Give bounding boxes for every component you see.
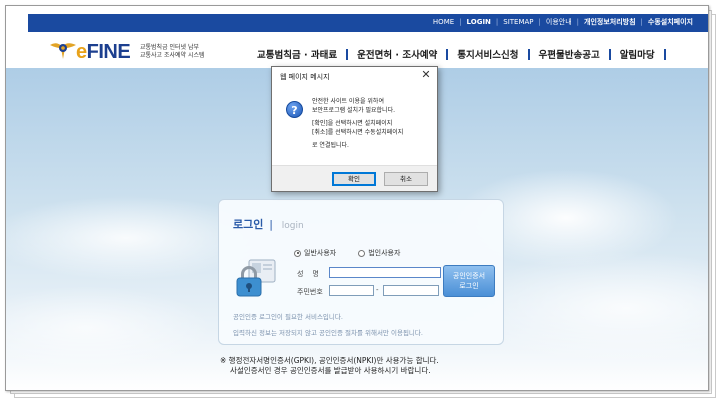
login-note-required: 공인인증 로그인이 필요한 서비스입니다. — [233, 313, 343, 321]
login-note-privacy: 입력하신 정보는 저장되지 않고 공인인증 절차를 위해서만 이용됩니다. — [233, 329, 423, 337]
rrn-label: 주민번호 — [297, 288, 323, 296]
rrn-dash: - — [376, 286, 379, 294]
rrn-back-input[interactable] — [383, 285, 439, 296]
webpage-message-dialog: 웹 페이지 메시지 ✕ ? 안전한 사이트 이용을 위하여 보안프로그램 설치가… — [271, 66, 438, 192]
page-frame: HOME | LOGIN | SITEMAP | 이용안내 | 개인정보처리방침… — [5, 5, 709, 391]
question-icon: ? — [286, 101, 303, 118]
efine-logo[interactable]: eFINE 교통범칙금 인터넷 납부 교통사고 조사예약 시스템 — [48, 39, 218, 65]
nav-item-fines[interactable]: 교통범칙금 · 과태료 — [248, 47, 346, 61]
login-title: 로그인 | login — [233, 218, 304, 231]
close-icon[interactable]: ✕ — [420, 69, 432, 81]
certificate-warning: ※ 행정전자서명인증서(GPKI), 공인인증서(NPKI)만 사용가능 합니다… — [220, 356, 439, 375]
radio-individual-user[interactable]: 일반사용자 — [294, 248, 336, 258]
nav-item-license[interactable]: 운전면허 · 조사예약 — [348, 47, 446, 61]
name-input[interactable] — [329, 267, 441, 278]
user-type-radio-group: 일반사용자 법인사용자 — [294, 248, 422, 258]
nav-item-notification[interactable]: 통지서비스신청 — [448, 47, 527, 61]
cancel-button[interactable]: 취소 — [384, 172, 428, 186]
main-navigation: 교통범칙금 · 과태료 운전면허 · 조사예약 통지서비스신청 우편물반송공고 … — [248, 47, 666, 61]
radio-corporate-user[interactable]: 법인사용자 — [358, 248, 400, 258]
dialog-footer: 확인 취소 — [272, 165, 437, 191]
top-link-privacy[interactable]: 개인정보처리방침 — [579, 17, 641, 27]
top-link-manual-install[interactable]: 수동설치페이지 — [643, 17, 698, 27]
logo-subtitle: 교통범칙금 인터넷 납부 교통사고 조사예약 시스템 — [140, 44, 205, 59]
dialog-title: 웹 페이지 메시지 — [280, 73, 330, 81]
top-bar: HOME | LOGIN | SITEMAP | 이용안내 | 개인정보처리방침… — [28, 14, 708, 32]
radio-dot[interactable] — [358, 249, 366, 257]
radio-dot-selected[interactable] — [294, 249, 301, 257]
nav-divider — [663, 48, 666, 60]
cert-login-button[interactable]: 공인인증서 로그인 — [443, 265, 495, 297]
top-link-sitemap[interactable]: SITEMAP — [498, 18, 538, 26]
rrn-front-input[interactable] — [329, 285, 374, 296]
ok-button[interactable]: 확인 — [332, 172, 376, 186]
dialog-message: 안전한 사이트 이용을 위하여 보안프로그램 설치가 필요합니다. [확인]을 … — [312, 98, 404, 149]
top-links: HOME | LOGIN | SITEMAP | 이용안내 | 개인정보처리방침… — [428, 17, 698, 27]
lock-certificate-icon — [236, 259, 276, 297]
top-link-guide[interactable]: 이용안내 — [541, 17, 577, 27]
login-panel: 로그인 | login 일반사용자 법인사용자 성 명 주민번호 - 공인인증서… — [218, 199, 504, 345]
police-emblem-icon — [50, 43, 76, 59]
nav-item-notice[interactable]: 알림마당 — [611, 47, 664, 61]
nav-item-returned-mail[interactable]: 우편물반송공고 — [530, 47, 609, 61]
top-link-home[interactable]: HOME — [428, 18, 459, 26]
name-label: 성 명 — [297, 270, 319, 278]
logo-wordmark: eFINE — [76, 41, 131, 63]
top-link-login[interactable]: LOGIN — [462, 18, 496, 26]
